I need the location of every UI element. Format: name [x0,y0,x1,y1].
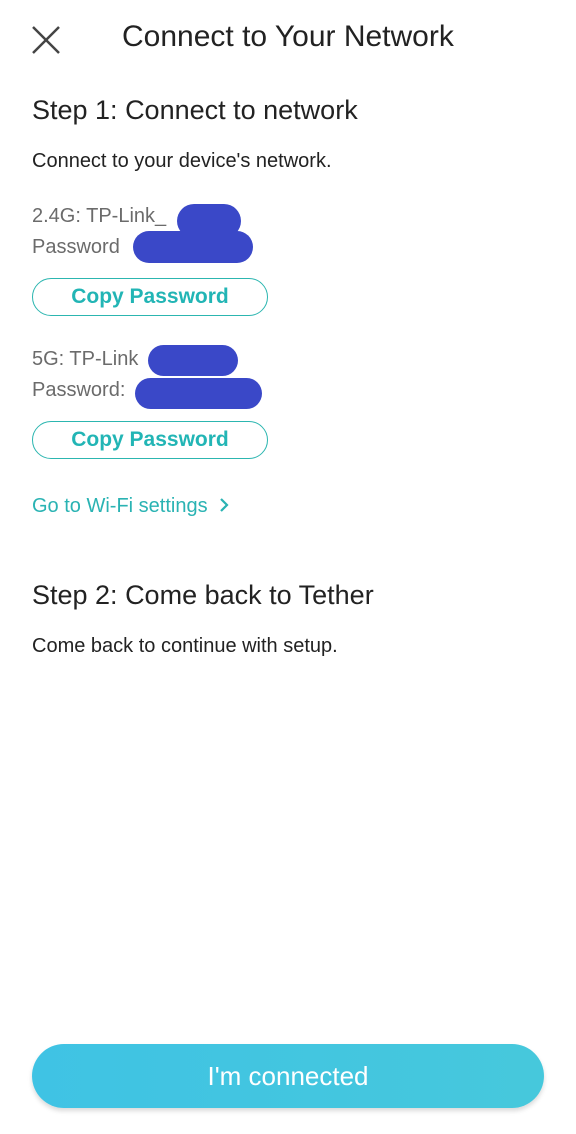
copy-password-5g-button[interactable]: Copy Password [32,421,268,459]
close-icon [32,26,60,54]
wifi-settings-label: Go to Wi-Fi settings [32,495,208,517]
network-5g-ssid: 5G: TP-Link [32,348,139,370]
step1-heading: Step 1: Connect to network [32,95,358,125]
copy-password-24g-button[interactable]: Copy Password [32,278,268,316]
step1-description: Connect to your device's network. [32,150,332,172]
im-connected-button[interactable]: I'm connected [32,1044,544,1108]
redaction-blob [133,231,253,263]
wifi-settings-link[interactable]: Go to Wi-Fi settings [32,495,231,518]
page-title: Connect to Your Network [122,20,454,53]
step2-description: Come back to continue with setup. [32,635,338,657]
step2-heading: Step 2: Come back to Tether [32,580,374,610]
chevron-right-icon [220,498,229,512]
close-button[interactable] [30,24,62,56]
redaction-blob [148,345,238,376]
network-24g-ssid: 2.4G: TP-Link_ [32,205,167,227]
network-24g-password: Password [32,236,120,258]
redaction-blob [135,378,262,409]
network-5g-password: Password: [32,379,126,401]
